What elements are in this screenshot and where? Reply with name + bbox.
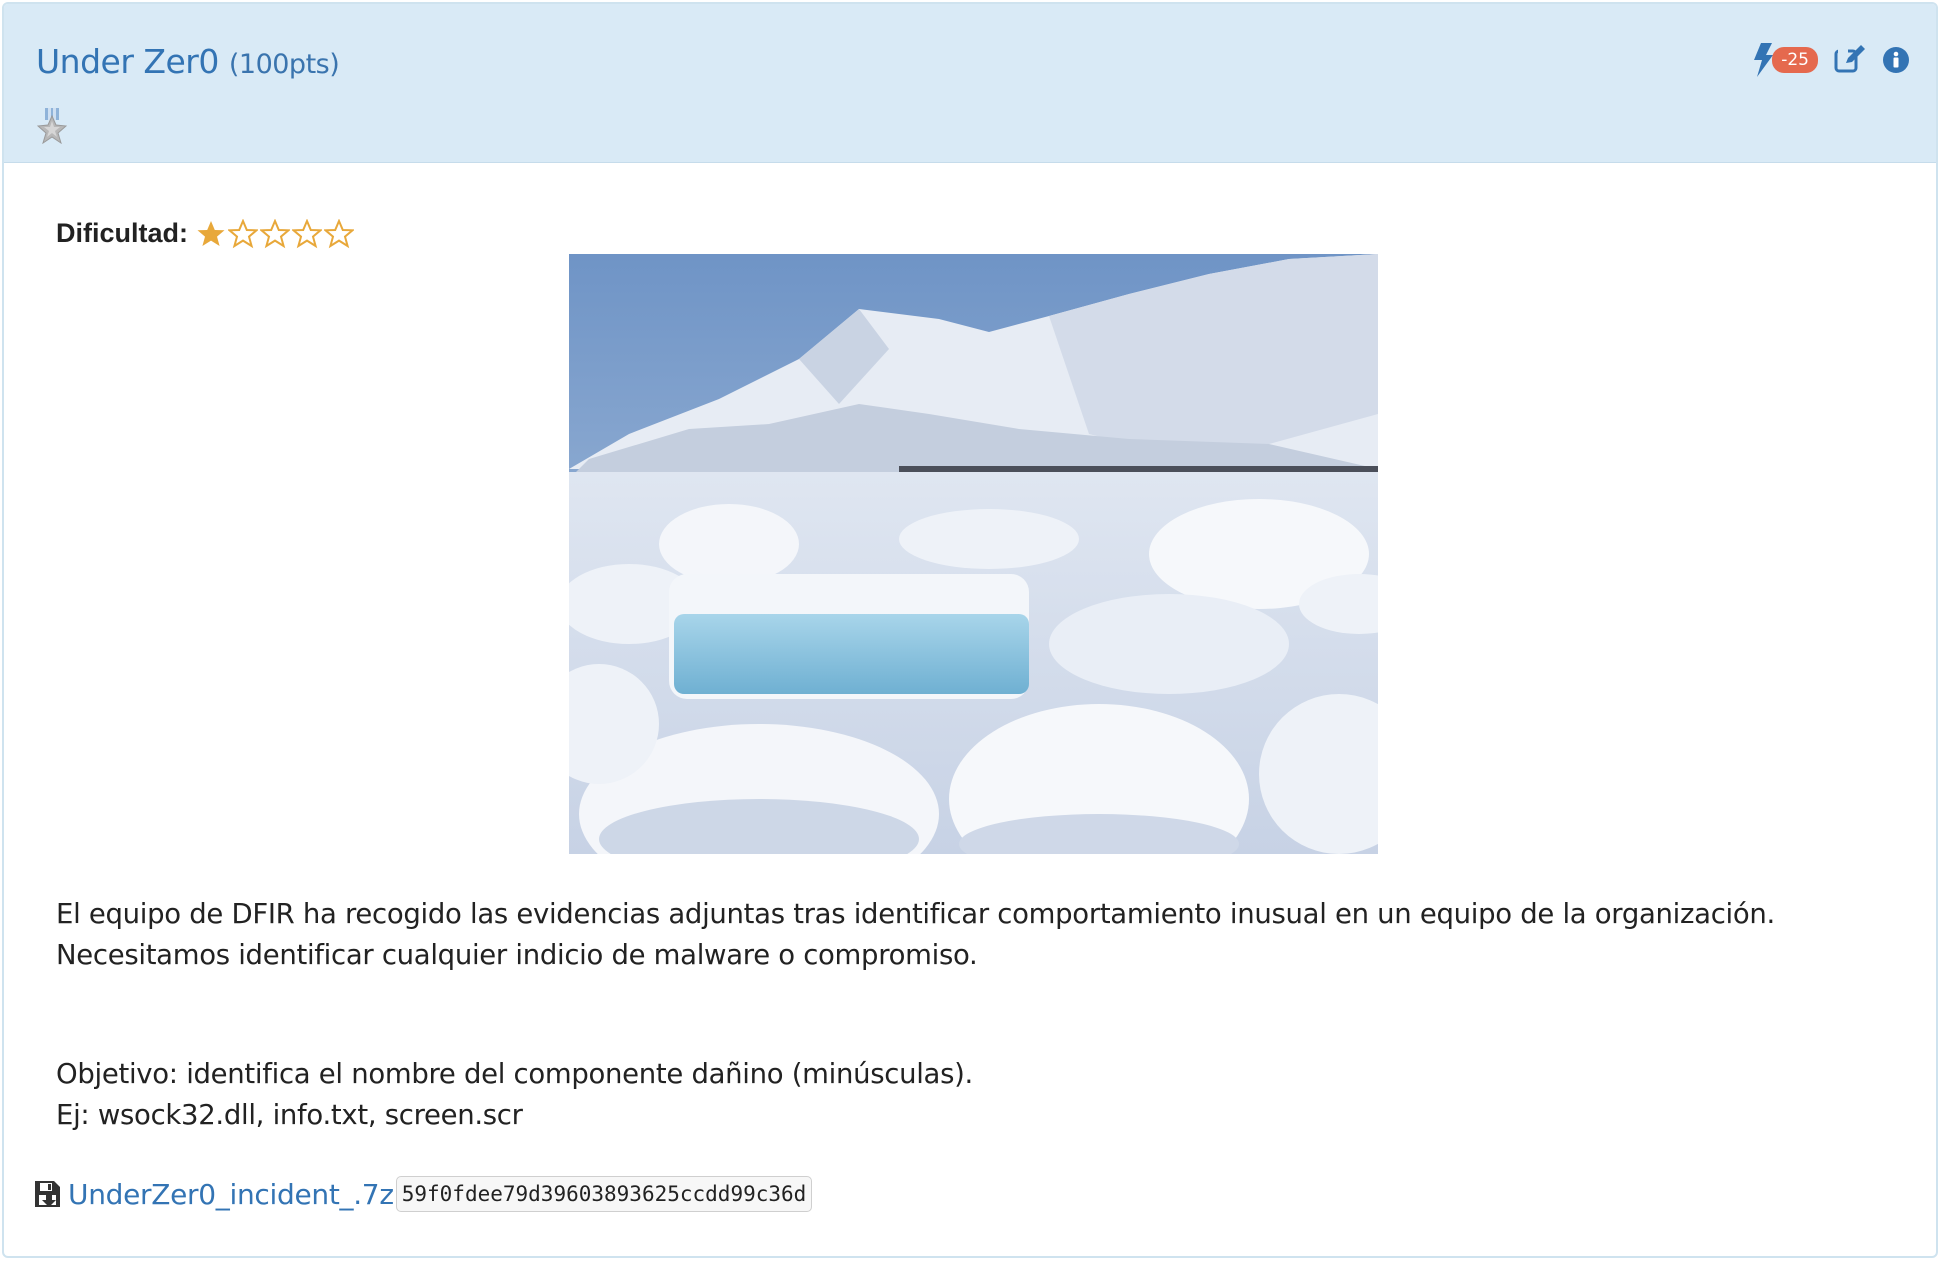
description-line: Necesitamos identificar cualquier indici… xyxy=(56,939,978,971)
challenge-name: Under Zer0 xyxy=(36,42,219,81)
count-badge: -25 xyxy=(1772,47,1818,73)
attachment-download-link[interactable]: UnderZer0_incident_.7z xyxy=(68,1178,394,1211)
objective-text: Objetivo: identifica el nombre del compo… xyxy=(56,1058,974,1090)
star-empty-icon xyxy=(324,218,354,248)
attachment-hash: 59f0fdee79d39603893625ccdd99c36d xyxy=(395,1176,813,1212)
star-rating xyxy=(196,218,354,249)
bolt-icon xyxy=(1754,43,1774,77)
first-blood-indicator[interactable]: -25 xyxy=(1752,43,1818,77)
star-empty-icon xyxy=(260,218,290,248)
challenge-description: El equipo de DFIR ha recogido las eviden… xyxy=(56,894,1906,976)
challenge-header: Under Zer0 (100pts) -25 xyxy=(4,4,1936,163)
challenge-image xyxy=(569,254,1378,854)
challenge-title: Under Zer0 (100pts) xyxy=(36,42,340,81)
floppy-icon xyxy=(35,1181,60,1207)
example-text: Ej: wsock32.dll, info.txt, screen.scr xyxy=(56,1099,523,1131)
description-line: El equipo de DFIR ha recogido las eviden… xyxy=(56,898,1775,930)
difficulty-label: Dificultad: xyxy=(56,218,188,248)
star-empty-icon xyxy=(228,218,258,248)
info-icon[interactable] xyxy=(1882,46,1910,74)
medal-icon xyxy=(37,108,67,144)
difficulty-rating: Dificultad: xyxy=(56,218,354,249)
header-actions: -25 xyxy=(1752,42,1910,78)
star-filled-icon xyxy=(197,220,225,246)
challenge-panel: Under Zer0 (100pts) -25 Dificultad: El e… xyxy=(2,2,1938,1258)
challenge-points: (100pts) xyxy=(228,49,340,80)
edit-icon[interactable] xyxy=(1834,45,1866,75)
star-empty-icon xyxy=(292,218,322,248)
attachment-row: UnderZer0_incident_.7z 59f0fdee79d396038… xyxy=(34,1176,813,1212)
challenge-objective: Objetivo: identifica el nombre del compo… xyxy=(56,1054,973,1136)
